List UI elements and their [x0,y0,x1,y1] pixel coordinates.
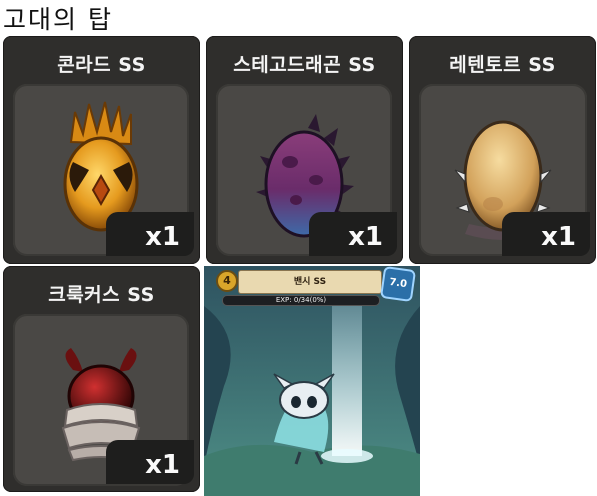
exp-text: EXP: 0/34(0%) [275,296,327,304]
character-preview: 4 밴시 SS 7.0 EXP: 0/34(0%) [204,266,420,496]
item-name: 크룩커스 SS [48,284,155,306]
item-name: 레텐토르 SS [449,54,556,76]
item-card-stegodragon[interactable]: 스테고드래곤 SS x1 [206,36,403,264]
character-hud: 4 밴시 SS 7.0 EXP: 0/34(0%) [204,266,420,306]
quantity-badge: x1 [502,212,590,256]
character-name: 밴시 SS [238,270,382,294]
quantity-badge: x1 [106,212,194,256]
quantity-badge: x1 [106,440,194,484]
exp-bar: EXP: 0/34(0%) [222,295,380,306]
item-card-crookus[interactable]: 크룩커스 SS x1 [3,266,200,492]
quantity-badge: x1 [309,212,397,256]
item-card-retentor[interactable]: 레텐토르 SS x1 [409,36,596,264]
item-name: 스테고드래곤 SS [233,54,376,76]
item-name: 콘라드 SS [57,54,146,76]
page-title: 고대의 탑 [3,5,113,34]
level-badge: 4 [216,270,238,292]
rank-badge: 7.0 [379,266,417,303]
item-card-konrad[interactable]: 콘라드 SS x1 [3,36,200,264]
